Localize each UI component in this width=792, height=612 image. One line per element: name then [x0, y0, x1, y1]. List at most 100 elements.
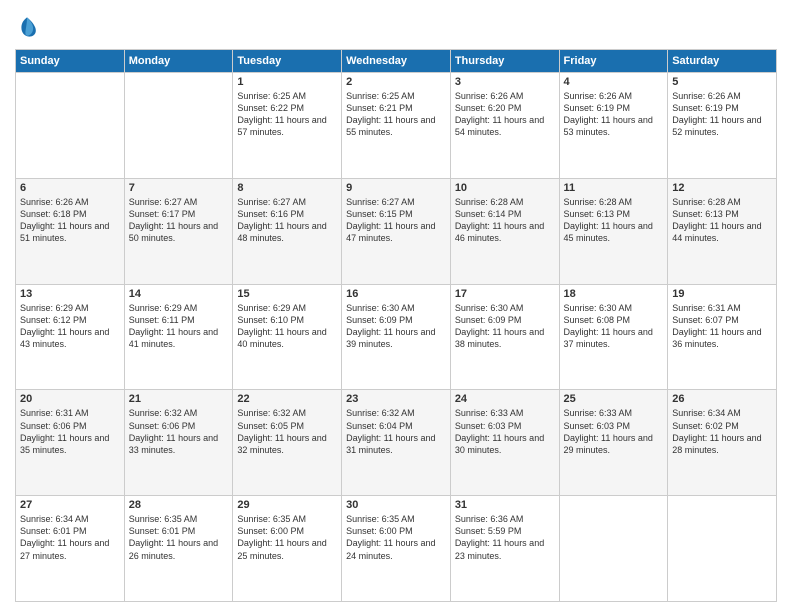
day-cell: 4Sunrise: 6:26 AM Sunset: 6:19 PM Daylig…	[559, 73, 668, 179]
day-info: Sunrise: 6:35 AM Sunset: 6:01 PM Dayligh…	[129, 513, 229, 562]
day-number: 18	[564, 288, 664, 300]
day-info: Sunrise: 6:35 AM Sunset: 6:00 PM Dayligh…	[346, 513, 446, 562]
day-cell: 19 Sunrise: 6:31 AM Sunset: 6:07 PM Dayli…	[668, 284, 777, 390]
day-number: 14	[129, 288, 229, 300]
day-number: 23	[346, 393, 446, 405]
day-number: 31	[455, 499, 555, 511]
day-cell: 26Sunrise: 6:34 AM Sunset: 6:02 PM Dayli…	[668, 390, 777, 496]
day-cell: 18 Sunrise: 6:30 AM Sunset: 6:08 PM Dayli…	[559, 284, 668, 390]
week-row-5: 27Sunrise: 6:34 AM Sunset: 6:01 PM Dayli…	[16, 496, 777, 602]
day-cell: 16 Sunrise: 6:30 AM Sunset: 6:09 PM Dayli…	[342, 284, 451, 390]
day-info: Sunrise: 6:30 AM Sunset: 6:08 PM Dayligh…	[564, 302, 664, 351]
day-number: 5	[672, 76, 772, 88]
day-number: 30	[346, 499, 446, 511]
weekday-header-friday: Friday	[559, 50, 668, 73]
day-cell: 13 Sunrise: 6:29 AM Sunset: 6:12 PM Dayli…	[16, 284, 125, 390]
day-number: 9	[346, 182, 446, 194]
day-cell: 28 Sunrise: 6:35 AM Sunset: 6:01 PM Dayli…	[124, 496, 233, 602]
day-number: 6	[20, 182, 120, 194]
day-number: 11	[564, 182, 664, 194]
day-info: Sunrise: 6:29 AM Sunset: 6:10 PM Dayligh…	[237, 302, 337, 351]
day-cell	[124, 73, 233, 179]
day-number: 25	[564, 393, 664, 405]
day-cell: 8 Sunrise: 6:27 AM Sunset: 6:16 PM Daylig…	[233, 178, 342, 284]
day-info: Sunrise: 6:28 AM Sunset: 6:14 PM Dayligh…	[455, 196, 555, 245]
day-info: Sunrise: 6:27 AM Sunset: 6:17 PM Dayligh…	[129, 196, 229, 245]
day-cell: 30 Sunrise: 6:35 AM Sunset: 6:00 PM Dayli…	[342, 496, 451, 602]
calendar-table: SundayMondayTuesdayWednesdayThursdayFrid…	[15, 49, 777, 602]
day-number: 4	[564, 76, 664, 88]
day-cell: 5 Sunrise: 6:26 AM Sunset: 6:19 PM Daylig…	[668, 73, 777, 179]
logo-icon	[15, 15, 39, 39]
day-cell: 2Sunrise: 6:25 AM Sunset: 6:21 PM Daylig…	[342, 73, 451, 179]
day-number: 7	[129, 182, 229, 194]
day-cell: 1 Sunrise: 6:25 AM Sunset: 6:22 PM Daylig…	[233, 73, 342, 179]
day-info: Sunrise: 6:31 AM Sunset: 6:06 PM Dayligh…	[20, 407, 120, 456]
day-number: 22	[237, 393, 337, 405]
day-number: 19	[672, 288, 772, 300]
day-cell: 21Sunrise: 6:32 AM Sunset: 6:06 PM Dayli…	[124, 390, 233, 496]
week-row-3: 13 Sunrise: 6:29 AM Sunset: 6:12 PM Dayli…	[16, 284, 777, 390]
day-cell	[668, 496, 777, 602]
day-info: Sunrise: 6:29 AM Sunset: 6:12 PM Dayligh…	[20, 302, 120, 351]
week-row-4: 20 Sunrise: 6:31 AM Sunset: 6:06 PM Dayli…	[16, 390, 777, 496]
logo	[15, 15, 43, 39]
day-info: Sunrise: 6:25 AM Sunset: 6:21 PM Dayligh…	[346, 90, 446, 139]
page: SundayMondayTuesdayWednesdayThursdayFrid…	[0, 0, 792, 612]
day-number: 10	[455, 182, 555, 194]
week-row-2: 6 Sunrise: 6:26 AM Sunset: 6:18 PM Daylig…	[16, 178, 777, 284]
day-number: 16	[346, 288, 446, 300]
day-number: 8	[237, 182, 337, 194]
day-number: 24	[455, 393, 555, 405]
day-info: Sunrise: 6:26 AM Sunset: 6:20 PM Dayligh…	[455, 90, 555, 139]
day-info: Sunrise: 6:26 AM Sunset: 6:19 PM Dayligh…	[672, 90, 772, 139]
weekday-header-wednesday: Wednesday	[342, 50, 451, 73]
day-info: Sunrise: 6:32 AM Sunset: 6:04 PM Dayligh…	[346, 407, 446, 456]
weekday-header-saturday: Saturday	[668, 50, 777, 73]
day-info: Sunrise: 6:33 AM Sunset: 6:03 PM Dayligh…	[564, 407, 664, 456]
weekday-row: SundayMondayTuesdayWednesdayThursdayFrid…	[16, 50, 777, 73]
day-number: 28	[129, 499, 229, 511]
day-number: 13	[20, 288, 120, 300]
day-info: Sunrise: 6:33 AM Sunset: 6:03 PM Dayligh…	[455, 407, 555, 456]
day-info: Sunrise: 6:29 AM Sunset: 6:11 PM Dayligh…	[129, 302, 229, 351]
day-cell: 9 Sunrise: 6:27 AM Sunset: 6:15 PM Daylig…	[342, 178, 451, 284]
day-number: 20	[20, 393, 120, 405]
day-cell	[559, 496, 668, 602]
calendar-header: SundayMondayTuesdayWednesdayThursdayFrid…	[16, 50, 777, 73]
header	[15, 15, 777, 39]
day-cell: 14 Sunrise: 6:29 AM Sunset: 6:11 PM Dayli…	[124, 284, 233, 390]
day-info: Sunrise: 6:34 AM Sunset: 6:01 PM Dayligh…	[20, 513, 120, 562]
day-cell: 15 Sunrise: 6:29 AM Sunset: 6:10 PM Dayli…	[233, 284, 342, 390]
day-info: Sunrise: 6:27 AM Sunset: 6:15 PM Dayligh…	[346, 196, 446, 245]
day-number: 12	[672, 182, 772, 194]
day-info: Sunrise: 6:25 AM Sunset: 6:22 PM Dayligh…	[237, 90, 337, 139]
day-info: Sunrise: 6:34 AM Sunset: 6:02 PM Dayligh…	[672, 407, 772, 456]
day-cell	[16, 73, 125, 179]
weekday-header-tuesday: Tuesday	[233, 50, 342, 73]
weekday-header-thursday: Thursday	[450, 50, 559, 73]
day-info: Sunrise: 6:28 AM Sunset: 6:13 PM Dayligh…	[564, 196, 664, 245]
day-info: Sunrise: 6:31 AM Sunset: 6:07 PM Dayligh…	[672, 302, 772, 351]
day-number: 29	[237, 499, 337, 511]
day-info: Sunrise: 6:36 AM Sunset: 5:59 PM Dayligh…	[455, 513, 555, 562]
day-cell: 25 Sunrise: 6:33 AM Sunset: 6:03 PM Dayli…	[559, 390, 668, 496]
day-number: 17	[455, 288, 555, 300]
day-info: Sunrise: 6:32 AM Sunset: 6:05 PM Dayligh…	[237, 407, 337, 456]
week-row-1: 1 Sunrise: 6:25 AM Sunset: 6:22 PM Daylig…	[16, 73, 777, 179]
day-cell: 31 Sunrise: 6:36 AM Sunset: 5:59 PM Dayli…	[450, 496, 559, 602]
day-number: 15	[237, 288, 337, 300]
day-info: Sunrise: 6:35 AM Sunset: 6:00 PM Dayligh…	[237, 513, 337, 562]
day-cell: 20 Sunrise: 6:31 AM Sunset: 6:06 PM Dayli…	[16, 390, 125, 496]
day-info: Sunrise: 6:30 AM Sunset: 6:09 PM Dayligh…	[346, 302, 446, 351]
day-cell: 11 Sunrise: 6:28 AM Sunset: 6:13 PM Dayli…	[559, 178, 668, 284]
day-cell: 7 Sunrise: 6:27 AM Sunset: 6:17 PM Daylig…	[124, 178, 233, 284]
day-info: Sunrise: 6:27 AM Sunset: 6:16 PM Dayligh…	[237, 196, 337, 245]
day-cell: 29 Sunrise: 6:35 AM Sunset: 6:00 PM Dayli…	[233, 496, 342, 602]
calendar-body: 1 Sunrise: 6:25 AM Sunset: 6:22 PM Daylig…	[16, 73, 777, 602]
day-number: 1	[237, 76, 337, 88]
day-cell: 17Sunrise: 6:30 AM Sunset: 6:09 PM Dayli…	[450, 284, 559, 390]
day-info: Sunrise: 6:26 AM Sunset: 6:18 PM Dayligh…	[20, 196, 120, 245]
day-cell: 6 Sunrise: 6:26 AM Sunset: 6:18 PM Daylig…	[16, 178, 125, 284]
day-cell: 23 Sunrise: 6:32 AM Sunset: 6:04 PM Dayli…	[342, 390, 451, 496]
